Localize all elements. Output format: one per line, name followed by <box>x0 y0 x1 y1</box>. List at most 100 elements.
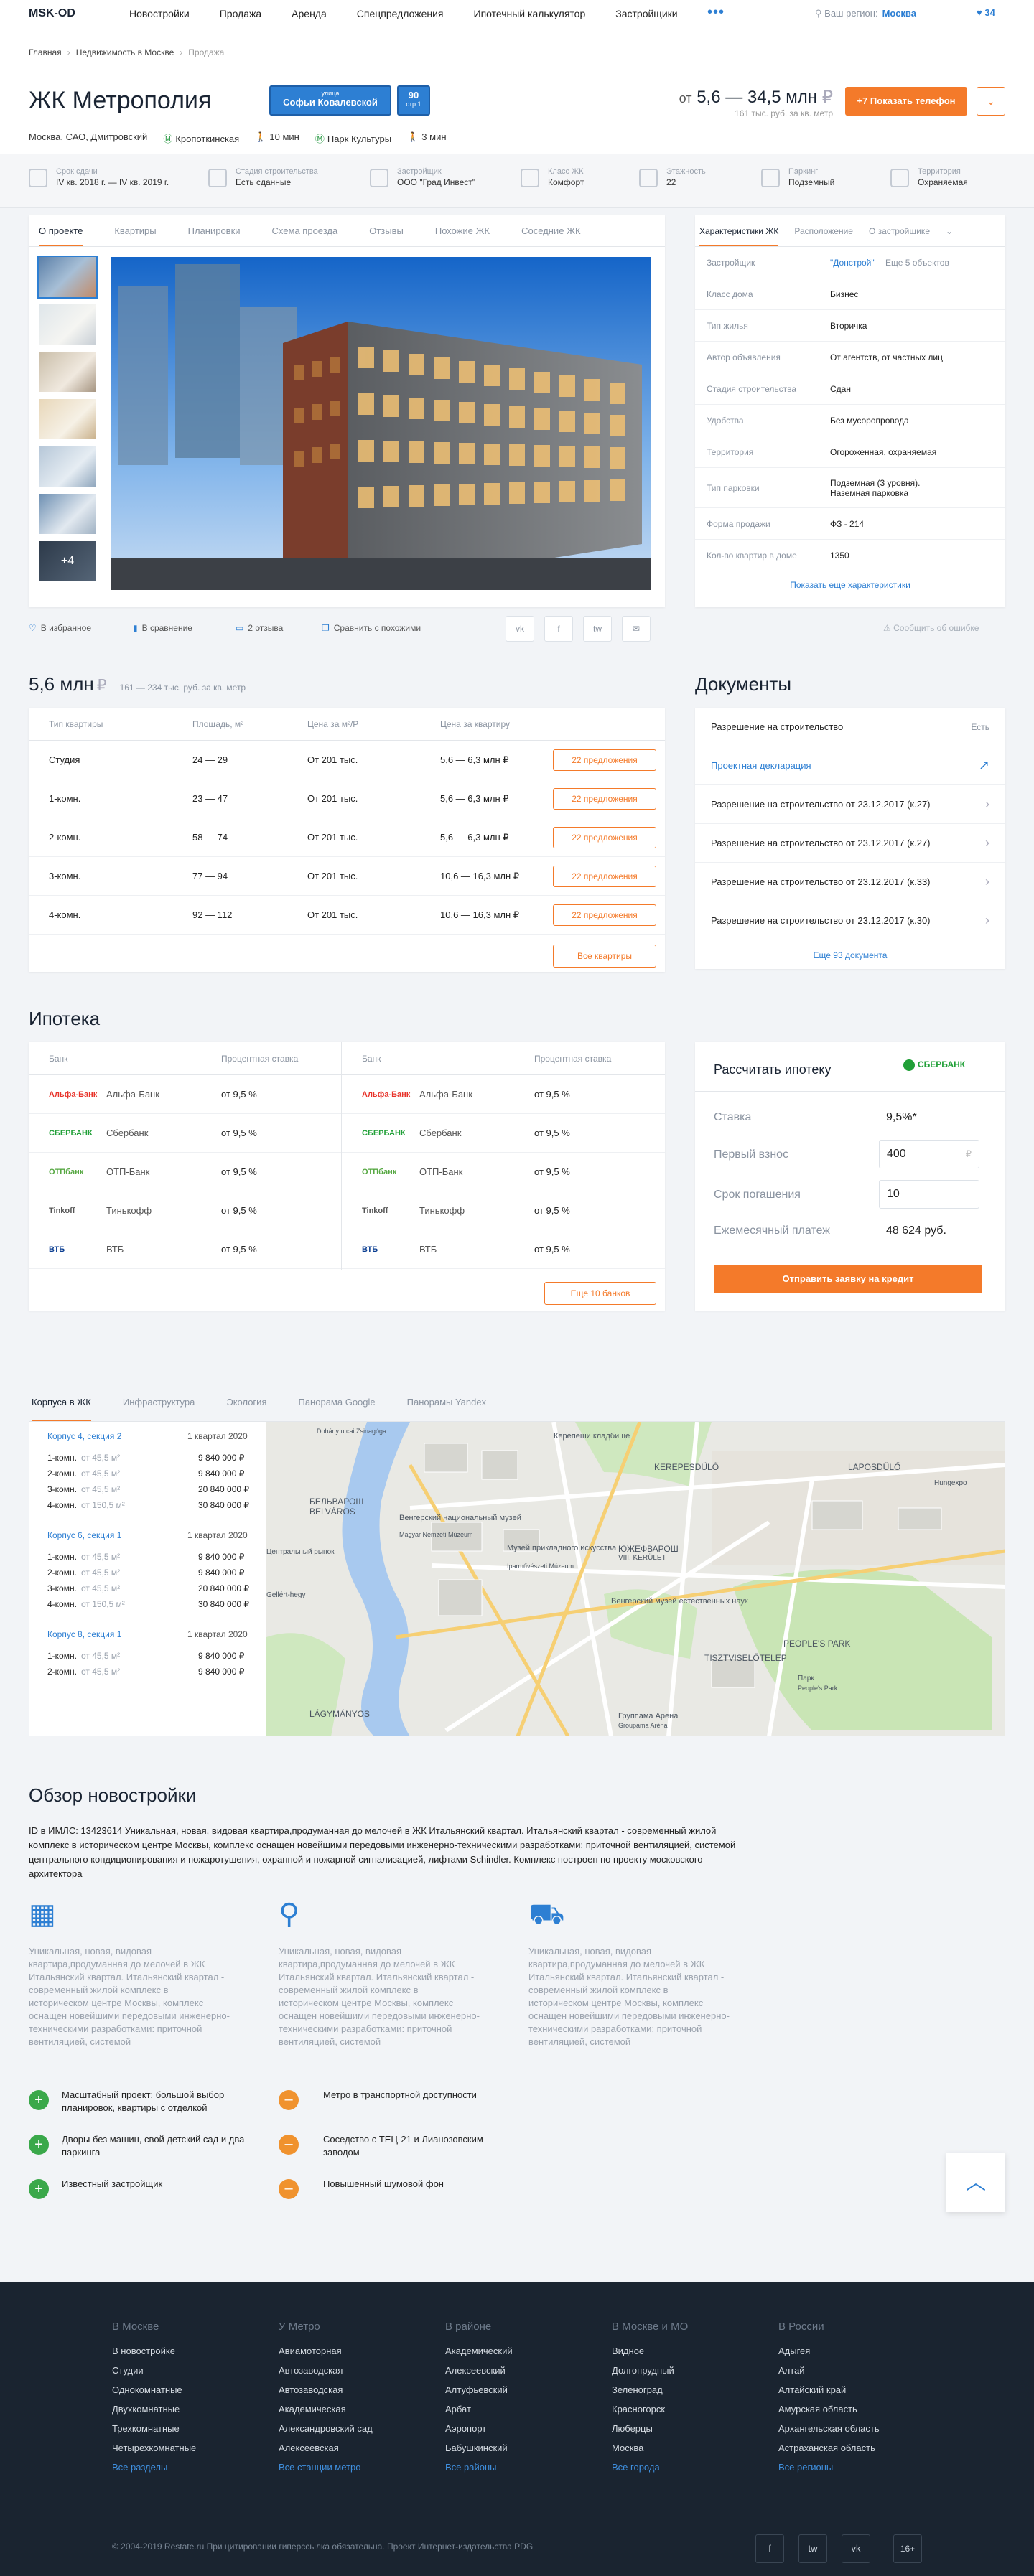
nav-item-sale[interactable]: Продажа <box>220 8 261 19</box>
footer-all-link[interactable]: Все города <box>612 2462 688 2473</box>
tab-similar[interactable]: Похожие ЖК <box>435 215 490 246</box>
tab-reviews[interactable]: Отзывы <box>369 215 404 246</box>
offers-button[interactable]: 22 предложения <box>553 904 656 926</box>
add-to-compare[interactable]: ▮ В сравнение <box>133 623 192 633</box>
developer-link[interactable]: "Донстрой" <box>830 258 875 268</box>
offers-button[interactable]: 22 предложения <box>553 827 656 848</box>
building-name[interactable]: Корпус 4, секция 2 <box>47 1431 121 1441</box>
reviews-link[interactable]: ▭ 2 отзыва <box>236 623 283 633</box>
all-apartments-button[interactable]: Все квартиры <box>553 945 656 968</box>
vk-share-icon[interactable]: vk <box>506 616 534 642</box>
footer-link[interactable]: Астраханская область <box>778 2442 880 2453</box>
footer-link[interactable]: Авиамоторная <box>279 2346 373 2356</box>
footer-link[interactable]: Москва <box>612 2442 688 2453</box>
footer-link[interactable]: Алексеевский <box>445 2365 513 2376</box>
document-row[interactable]: Разрешение на строительство от 23.12.201… <box>695 863 1005 901</box>
offers-button[interactable]: 22 предложения <box>553 866 656 887</box>
submit-credit-request-button[interactable]: Отправить заявку на кредит <box>714 1265 982 1293</box>
footer-link[interactable]: Однокомнатные <box>112 2384 196 2395</box>
footer-link[interactable]: Красногорск <box>612 2404 688 2415</box>
document-row[interactable]: Разрешение на строительство от 23.12.201… <box>695 824 1005 863</box>
char-value[interactable]: Бизнес <box>830 289 994 299</box>
footer-link[interactable]: В новостройке <box>112 2346 196 2356</box>
bank-row[interactable]: СБЕРБАНК Сбербанк от 9,5 % <box>29 1114 341 1153</box>
footer-all-link[interactable]: Все станции метро <box>279 2462 373 2473</box>
gallery-thumb[interactable] <box>39 494 96 534</box>
document-row[interactable]: Проектная декларация ↗ <box>695 746 1005 785</box>
tab-developer[interactable]: О застройщике <box>869 215 930 246</box>
bank-row[interactable]: ВТБ ВТБ от 9,5 % <box>342 1230 665 1269</box>
gallery-more[interactable]: +4 <box>39 541 96 581</box>
tab-characteristics[interactable]: Характеристики ЖК <box>699 215 779 246</box>
gallery-thumb[interactable] <box>37 256 98 299</box>
footer-link[interactable]: Зеленоград <box>612 2384 688 2395</box>
twitter-share-icon[interactable]: tw <box>583 616 612 642</box>
footer-link[interactable]: Амурская область <box>778 2404 880 2415</box>
more-banks-button[interactable]: Еще 10 банков <box>544 1282 656 1305</box>
metro-station[interactable]: Ⓜ Парк Культуры <box>315 131 391 145</box>
metro-station[interactable]: Ⓜ Кропоткинская <box>163 131 239 145</box>
footer-link[interactable]: Автозаводская <box>279 2365 373 2376</box>
show-more-characteristics[interactable]: Показать еще характеристики <box>695 571 1005 590</box>
site-logo[interactable]: MSK-OD <box>29 7 75 20</box>
email-share-icon[interactable]: ✉ <box>622 616 651 642</box>
tab-buildings[interactable]: Корпуса в ЖК <box>32 1382 91 1421</box>
footer-link[interactable]: Студии <box>112 2365 196 2376</box>
footer-link[interactable]: Алтай <box>778 2365 880 2376</box>
gallery-thumb[interactable] <box>39 304 96 345</box>
bank-row[interactable]: Tinkoff Тинькофф от 9,5 % <box>342 1191 665 1230</box>
footer-link[interactable]: Алексеевская <box>279 2442 373 2453</box>
vk-icon[interactable]: vk <box>842 2534 870 2563</box>
footer-link[interactable]: Двухкомнатные <box>112 2404 196 2415</box>
report-error-link[interactable]: ⚠ Сообщить об ошибке <box>883 623 979 633</box>
bank-row[interactable]: ОТПбанк ОТП-Банк от 9,5 % <box>342 1153 665 1191</box>
developer-more-link[interactable]: Еще 5 объектов <box>885 258 949 268</box>
footer-all-link[interactable]: Все разделы <box>112 2462 196 2473</box>
facebook-icon[interactable]: f <box>755 2534 784 2563</box>
footer-link[interactable]: Академический <box>445 2346 513 2356</box>
chevron-down-icon[interactable]: ⌄ <box>977 87 1005 116</box>
bank-row[interactable]: Альфа-Банк Альфа-Банк от 9,5 % <box>342 1075 665 1114</box>
footer-link[interactable]: Адыгея <box>778 2346 880 2356</box>
tab-panorama-yandex[interactable]: Панорамы Yandex <box>407 1382 486 1421</box>
footer-all-link[interactable]: Все регионы <box>778 2462 880 2473</box>
favorites-counter[interactable]: ♥ 34 <box>977 7 995 18</box>
char-value[interactable]: 1350 <box>830 551 994 561</box>
footer-link[interactable]: Архангельская область <box>778 2423 880 2434</box>
nav-item-special-offers[interactable]: Спецпредложения <box>357 8 444 19</box>
footer-link[interactable]: Долгопрудный <box>612 2365 688 2376</box>
main-photo[interactable] <box>111 257 651 590</box>
tab-about[interactable]: О проекте <box>39 215 83 246</box>
footer-link[interactable]: Алтайский край <box>778 2384 880 2395</box>
document-row[interactable]: Разрешение на строительство от 23.12.201… <box>695 901 1005 940</box>
footer-link[interactable]: Алтуфьевский <box>445 2384 513 2395</box>
document-name[interactable]: Проектная декларация <box>711 760 811 771</box>
bank-row[interactable]: ВТБ ВТБ от 9,5 % <box>29 1230 341 1269</box>
document-row[interactable]: Разрешение на строительство Есть <box>695 708 1005 746</box>
twitter-icon[interactable]: tw <box>798 2534 827 2563</box>
breadcrumb-realty[interactable]: Недвижимость в Москве <box>76 47 174 57</box>
term-input[interactable]: 10 <box>879 1180 979 1209</box>
more-documents-link[interactable]: Еще 93 документа <box>695 940 1005 960</box>
tab-infrastructure[interactable]: Инфраструктура <box>123 1382 195 1421</box>
bank-row[interactable]: СБЕРБАНК Сбербанк от 9,5 % <box>342 1114 665 1153</box>
tab-route[interactable]: Схема проезда <box>272 215 338 246</box>
add-to-favorites[interactable]: ♡ В избранное <box>29 623 91 633</box>
footer-link[interactable]: Видное <box>612 2346 688 2356</box>
nav-item-rent[interactable]: Аренда <box>292 8 327 19</box>
region-selector[interactable]: ⚲ Ваш регион: Москва <box>815 8 916 19</box>
region-value[interactable]: Москва <box>882 8 916 19</box>
building-name[interactable]: Корпус 8, секция 1 <box>47 1629 121 1639</box>
footer-link[interactable]: Автозаводская <box>279 2384 373 2395</box>
tab-panorama-google[interactable]: Панорама Google <box>298 1382 375 1421</box>
tab-ecology[interactable]: Экология <box>226 1382 266 1421</box>
offers-button[interactable]: 22 предложения <box>553 749 656 771</box>
building-name[interactable]: Корпус 6, секция 1 <box>47 1530 121 1540</box>
nav-item-mortgage-calculator[interactable]: Ипотечный калькулятор <box>474 8 586 19</box>
footer-link[interactable]: Люберцы <box>612 2423 688 2434</box>
gallery-thumb[interactable] <box>39 446 96 487</box>
nav-item-developers[interactable]: Застройщики <box>615 8 677 19</box>
footer-link[interactable]: Аэропорт <box>445 2423 513 2434</box>
down-payment-input[interactable]: 400 ₽ <box>879 1140 979 1168</box>
offers-button[interactable]: 22 предложения <box>553 788 656 810</box>
